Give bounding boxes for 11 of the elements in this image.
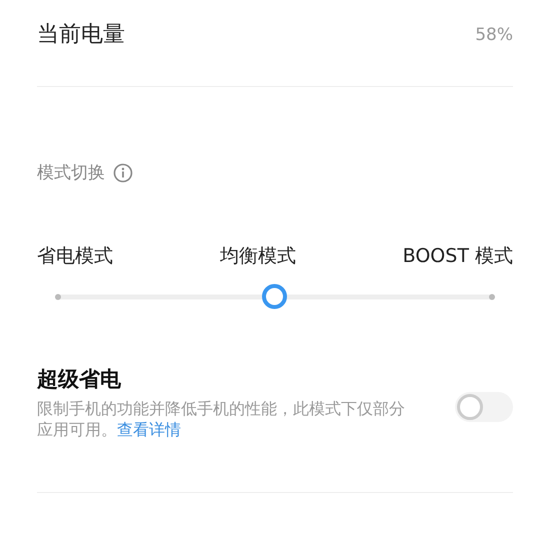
battery-label: 当前电量	[37, 21, 125, 49]
mode-label[interactable]: BOOST 模式	[402, 243, 513, 269]
super-saver-title: 超级省电	[37, 366, 122, 393]
mode-label[interactable]: 省电模式	[37, 243, 113, 269]
super-saver-toggle[interactable]	[455, 392, 513, 422]
mode-label[interactable]: 均衡模式	[220, 243, 296, 269]
slider-thumb[interactable]	[262, 284, 287, 309]
info-icon[interactable]	[113, 163, 133, 183]
section-title: 模式切换	[37, 162, 105, 185]
super-saver-description: 限制手机的功能并降低手机的性能，此模式下仅部分应用可用。查看详情	[37, 398, 406, 440]
battery-value: 58%	[475, 24, 513, 47]
